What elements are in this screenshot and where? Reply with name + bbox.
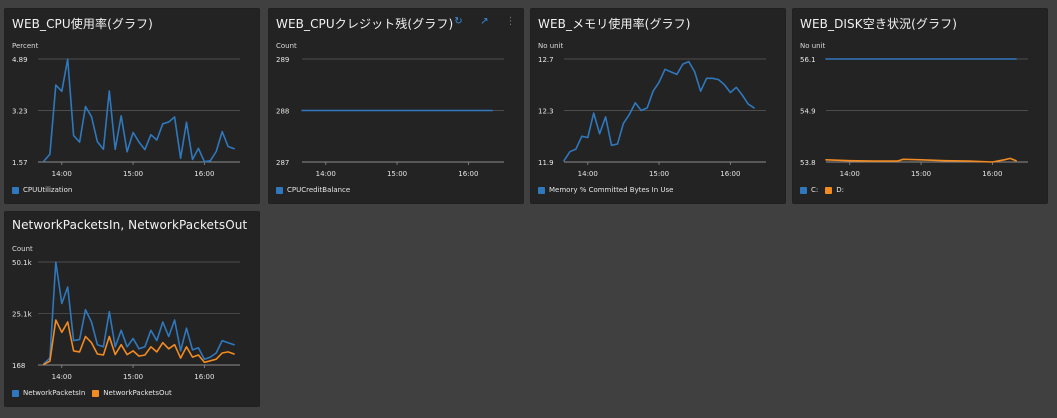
- x-tick-label: 16:00: [194, 170, 214, 178]
- x-tick-label: 15:00: [123, 373, 143, 381]
- legend-item: CPUUtilization: [12, 186, 72, 194]
- memory-usage-panel[interactable]: WEB_メモリ使用率(グラフ) No unit 11.9 12.3 12.7 14:0…: [530, 8, 786, 204]
- y-tick-label: 53.8: [800, 159, 816, 167]
- x-tick-label: 15:00: [387, 170, 407, 178]
- y-tick-label: 25.1k: [12, 311, 33, 319]
- network-packets-chart: 168 25.1k 50.1k 14:00 15:00 16:00: [12, 259, 240, 381]
- legend-label: NetworkPacketsIn: [23, 389, 86, 397]
- chart-legend: CPUCreditBalance: [276, 186, 350, 194]
- cpu-usage-panel[interactable]: WEB_CPU使用率(グラフ) Percent 1.57 3.23 4.89 14:0…: [4, 8, 260, 204]
- y-tick-label: 12.3: [538, 108, 554, 116]
- cpu-credit-chart: 287 288 289 14:00 15:00 16:00: [276, 56, 504, 178]
- legend-label: NetworkPacketsOut: [103, 389, 172, 397]
- x-tick-label: 15:00: [911, 170, 931, 178]
- legend-item: C:: [800, 186, 818, 194]
- x-tick-label: 16:00: [982, 170, 1002, 178]
- memory-usage-chart: 11.9 12.3 12.7 14:00 15:00 16:00: [538, 56, 766, 178]
- chart-legend: NetworkPacketsIn NetworkPacketsOut: [12, 389, 172, 397]
- legend-item: NetworkPacketsIn: [12, 389, 85, 397]
- legend-swatch: [825, 186, 833, 194]
- cloudwatch-dashboard: WEB_CPU使用率(グラフ) Percent 1.57 3.23 4.89 14:0…: [0, 0, 1057, 418]
- legend-label: D:: [836, 186, 844, 194]
- legend-swatch: [800, 186, 807, 194]
- x-tick-label: 14:00: [316, 170, 336, 178]
- y-tick-label: 3.23: [12, 108, 28, 116]
- legend-swatch: [276, 186, 283, 194]
- network-packets-panel[interactable]: NetworkPacketsIn, NetworkPacketsOut Coun…: [4, 211, 260, 407]
- legend-label: Memory % Committed Bytes In Use: [549, 186, 674, 194]
- chart-legend: C: D:: [800, 186, 844, 194]
- y-tick-label: 12.7: [538, 56, 554, 64]
- x-tick-label: 14:00: [52, 170, 72, 178]
- legend-item: CPUCreditBalance: [276, 186, 350, 194]
- cpu-usage-chart: 1.57 3.23 4.89 14:00 15:00 16:00: [12, 56, 240, 178]
- disk-free-panel[interactable]: WEB_DISK空き状況(グラフ) No unit 53.8 54.9 56.1 14…: [792, 8, 1048, 204]
- legend-item: Memory % Committed Bytes In Use: [538, 186, 673, 194]
- cpu-credit-panel[interactable]: WEB_CPUクレジット残(グラフ) ↻ ↗ ⋮ Count 287 288 289…: [268, 8, 524, 204]
- legend-label: CPUUtilization: [23, 186, 73, 194]
- y-tick-label: 1.57: [12, 159, 28, 167]
- y-tick-label: 54.9: [800, 108, 816, 116]
- legend-swatch: [92, 389, 100, 397]
- x-tick-label: 14:00: [578, 170, 598, 178]
- x-tick-label: 16:00: [194, 373, 214, 381]
- y-tick-label: 288: [276, 108, 289, 116]
- chart-legend: CPUUtilization: [12, 186, 72, 194]
- x-tick-label: 14:00: [840, 170, 860, 178]
- y-tick-label: 289: [276, 56, 289, 64]
- y-tick-label: 4.89: [12, 56, 28, 64]
- series-line-0: [563, 60, 755, 162]
- legend-label: CPUCreditBalance: [287, 186, 351, 194]
- y-tick-label: 11.9: [538, 159, 554, 167]
- y-tick-label: 56.1: [800, 56, 816, 64]
- x-tick-label: 14:00: [52, 373, 72, 381]
- legend-label: C:: [811, 186, 819, 194]
- disk-free-chart: 53.8 54.9 56.1 14:00 15:00 16:00: [800, 56, 1028, 178]
- y-tick-label: 50.1k: [12, 259, 33, 267]
- legend-swatch: [12, 186, 19, 194]
- y-tick-label: 287: [276, 159, 289, 167]
- series-line-1: [825, 157, 1017, 163]
- x-tick-label: 15:00: [649, 170, 669, 178]
- chart-legend: Memory % Committed Bytes In Use: [538, 186, 673, 194]
- legend-swatch: [538, 186, 545, 194]
- x-tick-label: 15:00: [123, 170, 143, 178]
- legend-swatch: [12, 389, 19, 397]
- x-tick-label: 16:00: [720, 170, 740, 178]
- legend-item: NetworkPacketsOut: [92, 389, 172, 397]
- y-tick-label: 168: [12, 362, 25, 370]
- legend-item: D:: [825, 186, 844, 194]
- x-tick-label: 16:00: [458, 170, 478, 178]
